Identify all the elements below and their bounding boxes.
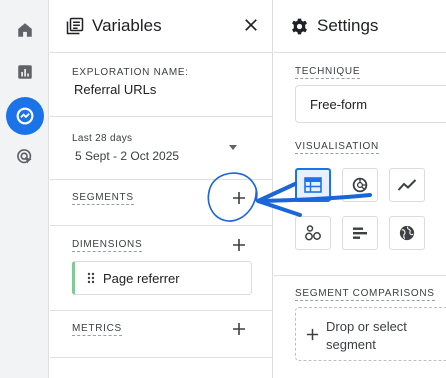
metrics-label: METRICS: [72, 323, 122, 336]
segments-label: SEGMENTS: [72, 192, 134, 205]
reports-icon: [18, 65, 32, 79]
variables-icon: [66, 17, 84, 35]
gear-icon: [292, 18, 307, 34]
date-range-value[interactable]: 5 Sept - 2 Oct 2025: [75, 149, 179, 163]
visualisation-label: VISUALISATION: [295, 141, 379, 154]
scatter-plot-icon: [305, 225, 321, 241]
drag-handle-icon[interactable]: [87, 272, 95, 284]
divider: [50, 310, 273, 311]
date-range-label: Last 28 days: [72, 133, 133, 144]
divider: [50, 225, 273, 226]
advertising-icon: [17, 149, 32, 164]
technique-label: TECHNIQUE: [295, 66, 361, 79]
viz-scatter-button[interactable]: [295, 216, 331, 250]
segment-drop-zone[interactable]: Drop or select segment: [295, 307, 446, 361]
divider: [50, 52, 273, 53]
divider: [50, 179, 273, 180]
explore-button[interactable]: [6, 97, 44, 135]
globe-icon: [399, 225, 415, 241]
divider: [274, 52, 446, 53]
technique-value: Free-form: [310, 96, 368, 112]
table-icon: [304, 177, 322, 193]
variables-panel: Variables EXPLORATION NAME: Referral URL…: [50, 0, 273, 378]
divider: [274, 275, 446, 276]
viz-donut-button[interactable]: [342, 168, 378, 202]
settings-header: Settings: [290, 13, 378, 39]
line-chart-icon: [397, 179, 417, 191]
viz-table-button[interactable]: [295, 168, 331, 202]
add-segment-button[interactable]: [229, 188, 249, 208]
exploration-name-field[interactable]: Referral URLs: [74, 82, 156, 97]
drop-zone-text: Drop or select segment: [326, 318, 407, 354]
variables-title: Variables: [92, 16, 162, 35]
segment-comparisons-label: SEGMENT COMPARISONS: [295, 288, 435, 301]
technique-select[interactable]: Free-form: [295, 85, 446, 123]
divider: [50, 357, 273, 358]
divider: [50, 116, 273, 117]
dimension-label: Page referrer: [103, 270, 180, 286]
drop-zone-line-1: Drop or select: [326, 319, 407, 334]
home-icon: [18, 23, 32, 37]
variables-header: Variables: [66, 13, 162, 39]
plus-icon: [233, 239, 245, 251]
close-button[interactable]: [242, 16, 260, 34]
explore-icon: [16, 107, 34, 125]
exploration-name-label: EXPLORATION NAME:: [72, 67, 189, 78]
nav-rail: [0, 0, 49, 378]
add-metric-button[interactable]: [229, 319, 249, 339]
settings-title: Settings: [317, 16, 379, 35]
dimensions-label: DIMENSIONS: [72, 239, 143, 252]
bar-chart-icon: [353, 227, 367, 239]
advertising-button[interactable]: [6, 138, 44, 176]
drop-zone-line-2: segment: [326, 337, 376, 352]
donut-chart-icon: [352, 177, 368, 193]
dimension-chip[interactable]: Page referrer: [72, 261, 252, 295]
settings-panel: Settings TECHNIQUE Free-form VISUALISATI…: [274, 0, 446, 378]
viz-bar-button[interactable]: [342, 216, 378, 250]
viz-line-button[interactable]: [389, 168, 425, 202]
reports-button[interactable]: [6, 53, 44, 91]
date-dropdown-icon[interactable]: [229, 145, 237, 150]
plus-icon: [233, 192, 245, 204]
home-button[interactable]: [6, 11, 44, 49]
viz-geo-button[interactable]: [389, 216, 425, 250]
add-dimension-button[interactable]: [229, 235, 249, 255]
plus-icon: [306, 328, 319, 341]
plus-icon: [233, 323, 245, 335]
close-icon: [245, 19, 257, 31]
